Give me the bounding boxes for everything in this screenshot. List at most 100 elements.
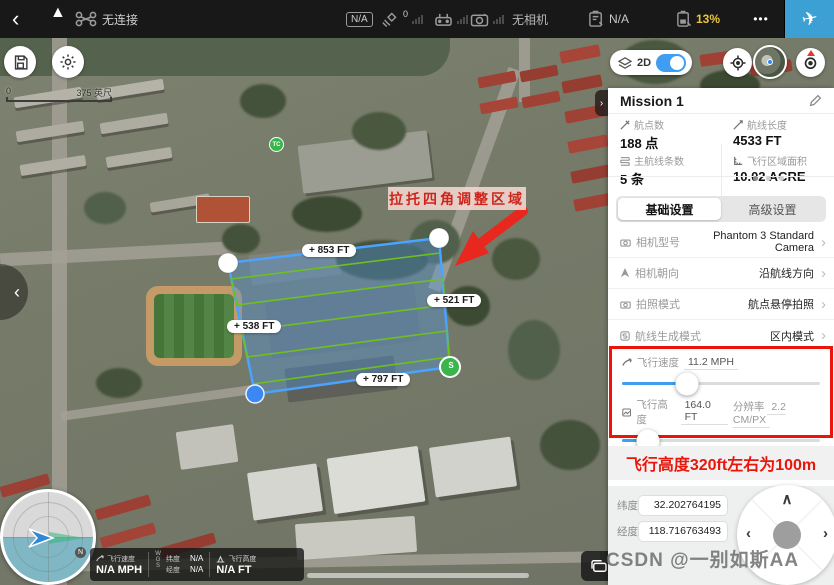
stat-value: 4533 FT — [733, 133, 834, 148]
camera-model-icon — [620, 238, 631, 247]
area-ruler-icon — [733, 156, 743, 166]
setting-value: 区内模式 — [706, 328, 814, 344]
telemetry-alt-value: N/A FT — [216, 564, 256, 576]
camera-status[interactable]: 无相机 — [470, 0, 548, 38]
flight-mode-badge[interactable]: N/A — [346, 0, 373, 38]
map-settings-button[interactable] — [52, 46, 84, 78]
view-toggle-label: 2D — [637, 57, 651, 69]
aircraft-heading-icon — [25, 527, 55, 549]
map-scale: 0 375 英尺 — [6, 86, 112, 102]
setting-value: Phantom 3 Standard Camera — [685, 230, 814, 254]
attitude-compass[interactable]: N — [0, 489, 96, 585]
setting-value: 沿航线方向 — [684, 265, 814, 281]
tab-basic-settings[interactable]: 基础设置 — [618, 198, 721, 220]
edge-length-left[interactable]: + 538 FT — [227, 320, 281, 333]
altitude-glyph-icon — [216, 555, 225, 563]
telemetry-lat-value: N/A — [190, 554, 203, 564]
stat-value: 5 条 — [620, 169, 721, 188]
telemetry-lat-label: 纬度 — [166, 554, 180, 564]
top-status-bar: ‹ 无连接 N/A 0 — [0, 0, 834, 38]
mission-title: Mission 1 — [620, 93, 809, 109]
setting-row-camera-heading[interactable]: 相机朝向 沿航线方向 › — [608, 258, 834, 289]
rc-status[interactable] — [434, 0, 468, 38]
edge-length-right[interactable]: + 521 FT — [427, 294, 481, 307]
edit-pencil-icon[interactable] — [809, 94, 822, 107]
scale-distance: 375 英尺 — [76, 86, 112, 99]
telemetry-coords: WGS 纬度N/A 经度N/A — [149, 548, 209, 581]
nudge-left-button[interactable]: ‹ — [746, 525, 751, 542]
telemetry-bar: 飞行速度 N/A MPH WGS 纬度N/A 经度N/A 飞行高度 N/A FT — [90, 548, 304, 581]
map-view-toggle[interactable]: 2D — [610, 50, 692, 75]
altitude-icon — [622, 408, 631, 417]
photo-mode-icon — [620, 300, 631, 309]
speed-icon — [96, 555, 104, 563]
longitude-input[interactable]: 118.716763493 — [638, 521, 728, 542]
edge-length-top[interactable]: + 853 FT — [302, 244, 356, 257]
minimap-button[interactable] — [753, 45, 787, 79]
back-button[interactable]: ‹ — [12, 0, 19, 38]
drone-icon — [74, 10, 98, 28]
altitude-slider[interactable] — [622, 439, 820, 442]
mission-stats: 航点数 188 点 航线长度 4533 FT 主航线条数 5 条 — [608, 114, 834, 186]
panel-collapse-tab[interactable]: › — [595, 90, 608, 116]
device-battery-icon — [676, 10, 692, 28]
aircraft-status[interactable]: 无连接 — [74, 0, 138, 38]
wgs-label: WGS — [155, 551, 161, 578]
gear-icon — [59, 53, 77, 71]
latitude-input[interactable]: 32.202764195 — [638, 495, 728, 516]
tab-advanced-settings[interactable]: 高级设置 — [721, 198, 824, 220]
stat-waypoints: 航点数 188 点 — [608, 114, 721, 150]
setting-row-photo-mode[interactable]: 拍照模式 航点悬停拍照 › — [608, 289, 834, 320]
route-mode-icon — [620, 331, 630, 341]
stat-main-lines: 主航线条数 5 条 — [608, 150, 721, 186]
takeoff-plane-icon: ✈ — [799, 6, 819, 32]
camera-status-label: 无相机 — [512, 11, 548, 28]
takeoff-button[interactable]: ✈ — [784, 0, 834, 38]
stat-label: 主航线条数 — [634, 153, 684, 168]
compass-reset-button[interactable] — [796, 48, 825, 77]
longitude-label: 经度 — [608, 524, 638, 539]
altitude-value: 164.0 FT — [681, 399, 728, 425]
save-icon — [12, 54, 29, 71]
setting-label: 相机型号 — [636, 234, 680, 250]
mission-header: Mission 1 — [608, 88, 834, 114]
altitude-label: 飞行高度 — [636, 397, 675, 427]
camera-icon — [470, 12, 489, 27]
speed-slider-thumb[interactable] — [676, 372, 699, 395]
satellite-count: 0 — [403, 9, 408, 19]
chevron-right-icon: › — [821, 327, 826, 344]
setting-row-camera-model[interactable]: 相机型号 Phantom 3 Standard Camera › — [608, 227, 834, 258]
route-length-icon — [733, 120, 743, 130]
mission-panel: › Mission 1 航点数 188 点 航线长度 4533 FT — [608, 88, 834, 585]
heading-arrow-icon — [620, 268, 630, 278]
minimap-location-dot — [767, 59, 773, 65]
home-indicator — [307, 573, 529, 578]
gps-status[interactable]: 0 — [381, 0, 423, 38]
save-mission-button[interactable] — [4, 46, 36, 78]
aircraft-battery-status[interactable]: N/A — [588, 0, 629, 38]
more-menu-button[interactable]: ••• — [744, 0, 778, 38]
altitude-slider-row: 飞行高度 164.0 FT 分辨率 2.2 CM/PX — [622, 397, 820, 442]
back-chevron-icon: ‹ — [12, 8, 19, 30]
stats-page-dots[interactable] — [753, 176, 784, 181]
tc-map-marker[interactable]: TC — [269, 137, 284, 152]
speed-label: 飞行速度 — [637, 355, 679, 370]
speed-value: 11.2 MPH — [684, 356, 738, 370]
tutorial-annotation: 拉托四角调整区域 — [388, 187, 526, 210]
stat-label: 航线长度 — [747, 117, 787, 132]
setting-value: 航点悬停拍照 — [685, 296, 814, 312]
device-battery-label: 13% — [696, 12, 720, 26]
locate-me-button[interactable] — [723, 48, 752, 77]
mode-badge-label: N/A — [346, 12, 373, 27]
stat-route-length: 航线长度 4533 FT — [721, 114, 834, 150]
app-screen: S + 853 FT + 521 FT + 538 FT + 797 FT 拉托… — [0, 0, 834, 585]
telemetry-lon-value: N/A — [190, 565, 203, 575]
nudge-up-button[interactable]: ∧ — [782, 490, 793, 508]
nudge-right-button[interactable]: › — [823, 525, 828, 542]
device-battery-status[interactable]: 13% — [676, 0, 720, 38]
speed-slider[interactable] — [622, 382, 820, 385]
setting-label: 航线生成模式 — [635, 328, 701, 344]
view-toggle-switch[interactable] — [656, 54, 686, 72]
ellipsis-icon: ••• — [753, 12, 769, 26]
edge-length-bottom[interactable]: + 797 FT — [356, 373, 410, 386]
